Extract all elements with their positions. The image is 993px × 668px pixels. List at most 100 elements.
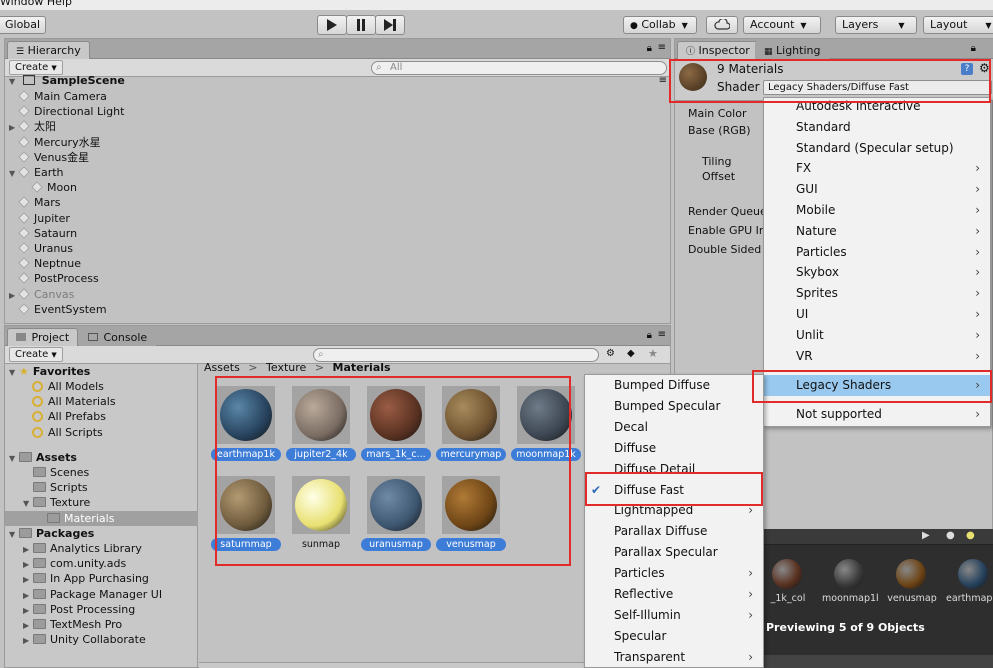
material-thumbnail[interactable] — [517, 386, 575, 444]
legacy-shader-item[interactable]: Parallax Specular — [585, 542, 763, 563]
favorite-star-icon[interactable]: ★ — [648, 347, 658, 360]
shader-menu-item[interactable]: Nature › — [764, 221, 990, 242]
shader-menu-item[interactable]: Mobile › — [764, 200, 990, 221]
material-thumbnail[interactable] — [292, 476, 350, 534]
expand-arrow-icon[interactable]: ▼ — [9, 166, 19, 181]
hierarchy-item[interactable]: Sataurn — [9, 226, 77, 241]
hierarchy-item[interactable]: ▶ 太阳 — [9, 119, 56, 134]
layers-dropdown[interactable]: Layers ▼ — [835, 16, 917, 34]
legacy-shader-item[interactable]: Bumped Specular — [585, 396, 763, 417]
legacy-shader-item[interactable]: Lightmapped › — [585, 500, 763, 521]
layout-dropdown[interactable]: Layout ▼ — [923, 16, 993, 34]
tab-hierarchy[interactable]: ☰ Hierarchy — [7, 41, 90, 59]
menubar-text[interactable]: Window Help — [0, 0, 72, 8]
hierarchy-item[interactable]: ▶ Canvas — [9, 287, 74, 302]
expand-arrow-icon[interactable]: ▼ — [9, 74, 19, 89]
shader-menu-item[interactable]: Particles › — [764, 242, 990, 263]
shader-menu-item[interactable]: Not supported › — [764, 404, 990, 425]
collab-button[interactable]: ● Collab ▼ — [623, 16, 697, 34]
breadcrumb-assets[interactable]: Assets — [204, 361, 240, 374]
hierarchy-item[interactable]: Mars — [9, 195, 61, 210]
material-thumbnail[interactable] — [367, 476, 425, 534]
hierarchy-item[interactable]: ▼ Earth — [9, 165, 64, 180]
hierarchy-item[interactable]: Neptnue — [9, 256, 81, 271]
favorites-item[interactable]: All Prefabs — [32, 409, 106, 424]
shader-menu-item[interactable]: Skybox › — [764, 262, 990, 283]
favorites-item[interactable]: All Models — [32, 379, 104, 394]
legacy-shader-item[interactable]: Specular — [585, 626, 763, 647]
material-thumbnail[interactable] — [367, 386, 425, 444]
shader-menu-item[interactable]: Autodesk Interactive — [764, 96, 990, 117]
play-button[interactable] — [317, 15, 347, 35]
asset-folder-item[interactable]: Materials — [5, 510, 198, 526]
expand-arrow-icon[interactable]: ▶ — [23, 542, 33, 557]
material-thumbnail[interactable] — [442, 476, 500, 534]
hierarchy-item[interactable]: Mercury水星 — [9, 135, 101, 150]
asset-folder-item[interactable]: Scenes — [23, 465, 89, 480]
lock-icon[interactable]: 🔒︎ — [647, 330, 652, 341]
expand-arrow-icon[interactable]: ▼ — [9, 527, 19, 542]
light-icon[interactable]: ● — [966, 530, 975, 541]
sphere-icon[interactable]: ● — [946, 530, 955, 541]
legacy-shader-item[interactable]: Diffuse — [585, 438, 763, 459]
expand-arrow-icon[interactable]: ▶ — [9, 288, 19, 303]
breadcrumb-materials[interactable]: Materials — [333, 361, 391, 374]
shader-menu-item[interactable]: Standard — [764, 117, 990, 138]
favorites-header[interactable]: ▼ ★ Favorites — [9, 364, 90, 379]
expand-arrow-icon[interactable]: ▶ — [9, 120, 19, 135]
shader-menu-item[interactable]: Standard (Specular setup) — [764, 138, 990, 159]
settings-gear-icon[interactable]: ⚙ — [979, 61, 990, 75]
expand-arrow-icon[interactable]: ▶ — [23, 588, 33, 603]
global-toggle[interactable]: Global — [0, 16, 46, 34]
shader-menu-item[interactable]: Sprites › — [764, 283, 990, 304]
expand-arrow-icon[interactable]: ▼ — [9, 365, 19, 380]
hierarchy-item[interactable]: Moon — [22, 180, 77, 195]
tab-console[interactable]: Console — [79, 328, 157, 346]
hierarchy-item[interactable]: Venus金星 — [9, 150, 89, 165]
package-item[interactable]: ▶ com.unity.ads — [23, 556, 126, 571]
hierarchy-item[interactable]: PostProcess — [9, 271, 99, 286]
material-thumbnail[interactable] — [217, 386, 275, 444]
legacy-shader-item[interactable]: Bumped Diffuse — [585, 375, 763, 396]
legacy-shader-item[interactable]: Particles › — [585, 563, 763, 584]
tab-lighting[interactable]: ▦ Lighting — [755, 41, 830, 59]
packages-header[interactable]: ▼ Packages — [9, 526, 94, 541]
legacy-shader-item[interactable]: Diffuse Detail — [585, 459, 763, 480]
package-item[interactable]: ▶ Package Manager UI — [23, 587, 162, 602]
expand-arrow-icon[interactable]: ▶ — [23, 603, 33, 618]
shader-menu-item[interactable]: Legacy Shaders › — [764, 375, 990, 397]
legacy-shader-item[interactable]: Decal — [585, 417, 763, 438]
expand-arrow-icon[interactable]: ▶ — [23, 633, 33, 648]
legacy-shader-item[interactable]: ✔ Diffuse Fast — [585, 480, 763, 501]
material-thumbnail[interactable] — [292, 386, 350, 444]
lock-icon[interactable]: 🔒︎ — [647, 43, 652, 54]
assets-header[interactable]: ▼ Assets — [9, 450, 77, 465]
expand-arrow-icon[interactable]: ▼ — [9, 451, 19, 466]
package-item[interactable]: ▶ Analytics Library — [23, 541, 142, 556]
material-thumbnail[interactable] — [442, 386, 500, 444]
shader-menu-item[interactable]: UI › — [764, 304, 990, 325]
package-item[interactable]: ▶ Unity Collaborate — [23, 632, 146, 647]
pause-button[interactable] — [346, 15, 376, 35]
material-thumbnail[interactable] — [217, 476, 275, 534]
expand-arrow-icon[interactable]: ▼ — [23, 496, 33, 511]
project-create-button[interactable]: Create ▼ — [9, 347, 63, 362]
hierarchy-item[interactable]: Jupiter — [9, 211, 70, 226]
step-button[interactable] — [375, 15, 405, 35]
filter-by-type-icon[interactable]: ⚙ — [606, 348, 615, 359]
tab-project[interactable]: Project — [7, 328, 79, 346]
hierarchy-item[interactable]: EventSystem — [9, 302, 107, 317]
legacy-shader-item[interactable]: Self-Illumin › — [585, 605, 763, 626]
shader-menu-item[interactable]: VR › — [764, 346, 990, 367]
asset-folder-item[interactable]: ▼ Texture — [23, 495, 90, 510]
legacy-shader-item[interactable]: Reflective › — [585, 584, 763, 605]
panel-menu-icon[interactable]: ≡ — [658, 42, 666, 53]
panel-menu-icon[interactable]: ≡ — [658, 329, 666, 340]
expand-arrow-icon[interactable]: ▶ — [23, 618, 33, 633]
shader-menu-item[interactable]: GUI › — [764, 179, 990, 200]
cloud-button[interactable] — [706, 16, 738, 34]
asset-folder-item[interactable]: Scripts — [23, 480, 88, 495]
package-item[interactable]: ▶ In App Purchasing — [23, 571, 149, 586]
hierarchy-item[interactable]: Main Camera — [9, 89, 107, 104]
filter-by-label-icon[interactable]: ◆ — [627, 348, 635, 359]
